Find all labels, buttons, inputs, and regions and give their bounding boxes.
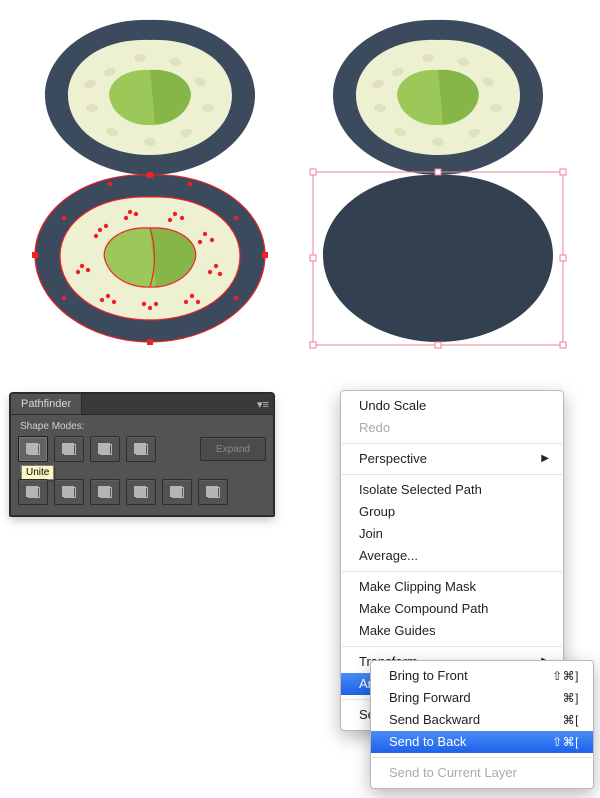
menu-item-label: Make Guides [359,622,436,640]
menu-item-label: Make Clipping Mask [359,578,476,596]
exclude-icon [134,443,148,455]
menu-shortcut: ⇧⌘] [542,667,579,685]
menu-item-label: Send to Current Layer [389,764,517,782]
menu-separator [372,757,592,758]
expand-button[interactable]: Expand [200,437,266,461]
menu-separator [342,474,562,475]
pathfinder-tab[interactable]: Pathfinder [11,394,82,414]
pathfinder-panel: Pathfinder ▾≡ Shape Modes: Unite Expand … [10,393,274,516]
menu-item[interactable]: Bring Forward ⌘] [371,687,593,709]
unite-tooltip: Unite [21,465,54,480]
pathfinders-label: Path [20,464,266,475]
trim-button[interactable] [54,479,84,505]
sushi-bottom-left-selected [32,172,268,345]
menu-item[interactable]: Undo Scale [341,395,563,417]
crop-icon [134,486,148,498]
menu-separator [342,443,562,444]
menu-item[interactable]: Send to Back ⇧⌘[ [371,731,593,753]
menu-shortcut: ⌘[ [553,711,579,729]
shape-modes-label: Shape Modes: [20,421,266,432]
menu-item[interactable]: Make Compound Path [341,598,563,620]
outline-button[interactable] [162,479,192,505]
sushi-top-right [333,20,543,175]
menu-item-label: Join [359,525,383,543]
pathfinder-header[interactable]: Pathfinder ▾≡ [11,394,273,415]
menu-item-label: Send to Back [389,733,466,751]
arrange-submenu[interactable]: Bring to Front ⇧⌘] Bring Forward ⌘] Send Bac… [370,660,594,789]
submenu-arrow-icon: ▶ [541,450,549,468]
menu-item: Redo [341,417,563,439]
exclude-button[interactable] [126,436,156,462]
menu-item-label: Redo [359,419,390,437]
intersect-icon [98,443,112,455]
bottom-right-shape-selected [310,169,566,348]
menu-item-label: Average... [359,547,418,565]
menu-item: Send to Current Layer [371,762,593,784]
menu-shortcut: ⌘] [553,689,579,707]
menu-item-label: Send Backward [389,711,480,729]
menu-item[interactable]: Bring to Front ⇧⌘] [371,665,593,687]
menu-separator [342,571,562,572]
menu-item[interactable]: Join [341,523,563,545]
menu-separator [342,646,562,647]
menu-item[interactable]: Isolate Selected Path [341,479,563,501]
sushi-top-left [45,20,255,175]
menu-item-label: Group [359,503,395,521]
unite-icon [26,443,40,455]
shape-modes-row: Unite Expand [18,436,266,462]
merge-button[interactable] [90,479,120,505]
menu-item-label: Undo Scale [359,397,426,415]
minus-back-icon [206,486,220,498]
menu-item-label: Isolate Selected Path [359,481,482,499]
trim-icon [62,486,76,498]
menu-item[interactable]: Make Guides [341,620,563,642]
divide-button[interactable] [18,479,48,505]
minus-front-icon [62,443,76,455]
menu-item[interactable]: Make Clipping Mask [341,576,563,598]
menu-item[interactable]: Perspective ▶ [341,448,563,470]
merge-icon [98,486,112,498]
menu-item-label: Make Compound Path [359,600,488,618]
pathfinders-row [18,479,266,505]
menu-shortcut: ⇧⌘[ [542,733,579,751]
menu-item[interactable]: Group [341,501,563,523]
menu-item-label: Bring Forward [389,689,471,707]
menu-item[interactable]: Send Backward ⌘[ [371,709,593,731]
canvas-artwork [0,0,600,370]
menu-item[interactable]: Average... [341,545,563,567]
minus-back-button[interactable] [198,479,228,505]
menu-item-label: Perspective [359,450,427,468]
menu-item-label: Bring to Front [389,667,468,685]
crop-button[interactable] [126,479,156,505]
unite-button[interactable]: Unite [18,436,48,462]
divide-icon [26,486,40,498]
minus-front-button[interactable] [54,436,84,462]
outline-icon [170,486,184,498]
intersect-button[interactable] [90,436,120,462]
panel-flyout-menu-icon[interactable]: ▾≡ [253,394,273,414]
